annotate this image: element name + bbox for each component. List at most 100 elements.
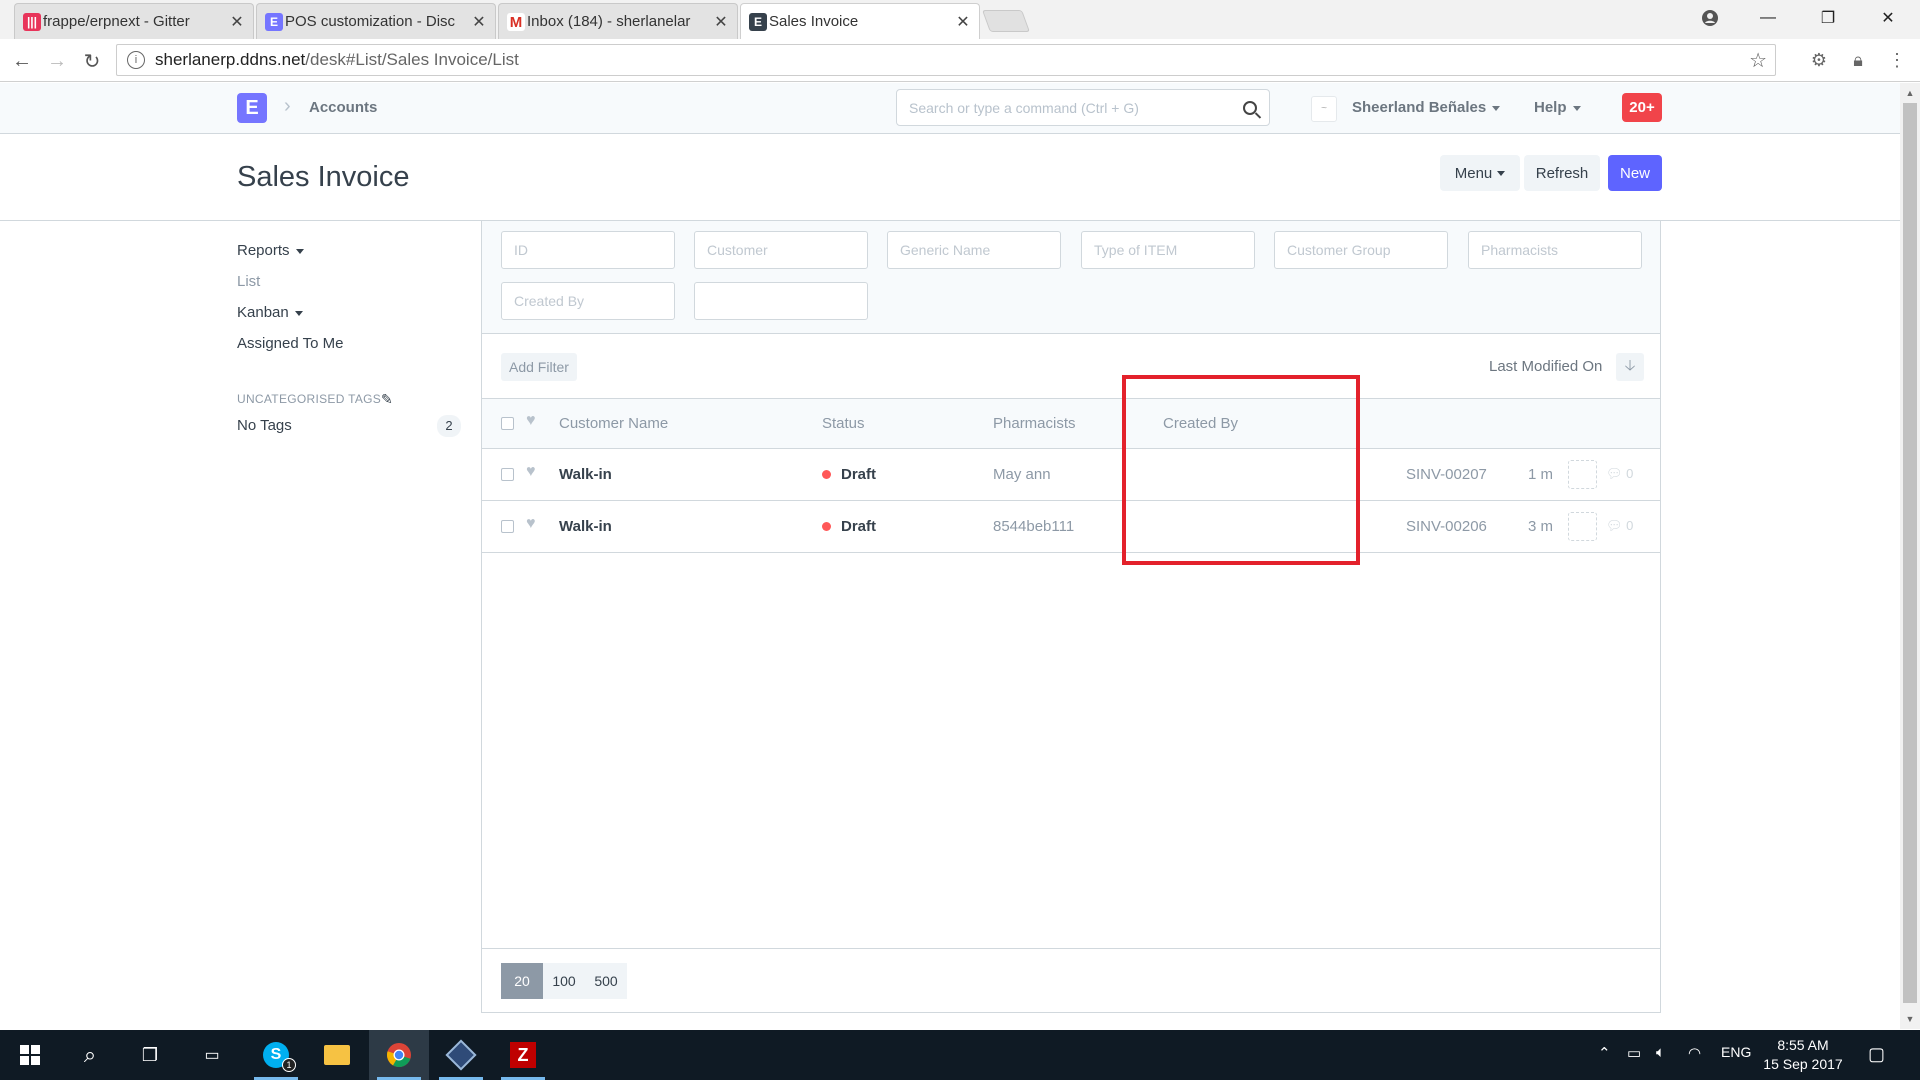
table-row[interactable]: ♥ Walk-in Draft May ann SINV-00207 1 m 💬… — [482, 449, 1660, 501]
sidebar-item-list[interactable]: List — [237, 273, 260, 290]
filter-customer-input[interactable] — [694, 231, 868, 269]
battery-icon[interactable]: ▭ — [1627, 1044, 1641, 1062]
column-header-customer-name: Customer Name — [559, 415, 669, 432]
filezilla-icon[interactable]: Z — [493, 1030, 553, 1080]
scroll-up-icon[interactable]: ▲ — [1900, 85, 1920, 101]
volume-icon[interactable]: 🔈︎ — [1656, 1044, 1665, 1061]
close-icon[interactable]: ✕ — [955, 12, 971, 32]
refresh-button[interactable]: Refresh — [1524, 155, 1600, 191]
sidebar-item-no-tags[interactable]: No Tags — [237, 417, 292, 434]
chrome-icon[interactable] — [369, 1030, 429, 1080]
window-close-icon[interactable]: ✕ — [1860, 0, 1916, 36]
avatar[interactable]: ~ — [1311, 96, 1337, 122]
browser-tab-gmail[interactable]: M Inbox (184) - sherlanelar ✕ — [498, 3, 738, 39]
info-icon[interactable]: i — [127, 51, 145, 69]
column-header-status: Status — [822, 415, 865, 432]
search-icon[interactable]: ⌕ — [60, 1030, 120, 1080]
notifications-badge[interactable]: 20+ — [1622, 93, 1662, 122]
list-frame: Add Filter Last Modified On 🡣 ♥ Customer… — [481, 221, 1661, 1013]
app-logo[interactable]: E — [237, 93, 267, 123]
action-center-icon[interactable]: ▢ — [1868, 1044, 1885, 1065]
wifi-icon[interactable]: ◠ — [1688, 1044, 1701, 1062]
user-menu[interactable]: Sheerland Beñales — [1352, 99, 1501, 116]
awesome-bar[interactable] — [896, 89, 1270, 126]
new-button[interactable]: New — [1608, 155, 1662, 191]
taskbar-clock[interactable]: 8:55 AM 15 Sep 2017 — [1758, 1036, 1848, 1074]
pharmacist-cell: 8544beb111 — [993, 518, 1075, 535]
add-filter-button[interactable]: Add Filter — [501, 353, 577, 381]
filter-extra-input[interactable] — [694, 282, 868, 320]
heart-icon[interactable]: ♥ — [526, 412, 536, 430]
reload-icon[interactable]: ↻ — [78, 47, 106, 75]
heart-icon[interactable]: ♥ — [526, 515, 536, 533]
profile-icon[interactable] — [1682, 0, 1738, 36]
close-icon[interactable]: ✕ — [713, 12, 729, 32]
filter-pharmacists-input[interactable] — [1468, 231, 1642, 269]
assign-avatar-placeholder[interactable] — [1568, 512, 1597, 541]
sidebar-item-assigned-to-me[interactable]: Assigned To Me — [237, 335, 343, 352]
filter-customer-group-input[interactable] — [1274, 231, 1448, 269]
extension-icon[interactable]: ⚙ — [1806, 47, 1832, 73]
minimize-icon[interactable]: — — [1740, 0, 1796, 36]
extension-lock-icon[interactable]: 🔒︎ — [1845, 47, 1871, 73]
filter-id-input[interactable] — [501, 231, 675, 269]
clock-date: 15 Sep 2017 — [1763, 1056, 1843, 1072]
caret-down-icon — [1572, 105, 1581, 111]
filter-type-of-item-input[interactable] — [1081, 231, 1255, 269]
address-bar[interactable]: i sherlanerp.ddns.net/desk#List/Sales In… — [116, 44, 1776, 76]
row-checkbox[interactable] — [501, 520, 514, 533]
skype-icon[interactable]: S 1 — [246, 1030, 306, 1080]
pencil-icon[interactable]: ✎ — [381, 391, 393, 408]
browser-menu-icon[interactable]: ⋮ — [1884, 47, 1910, 73]
page-size-100-button[interactable]: 100 — [543, 963, 585, 999]
breadcrumb-accounts[interactable]: Accounts — [309, 99, 377, 116]
new-tab-button[interactable] — [981, 10, 1031, 32]
filter-generic-name-input[interactable] — [887, 231, 1061, 269]
tag-count-badge: 2 — [437, 415, 461, 437]
terminal-icon[interactable]: ▭ — [182, 1030, 242, 1080]
table-row[interactable]: ♥ Walk-in Draft 8544beb111 SINV-00206 3 … — [482, 501, 1660, 553]
comment-count: 💬︎ 0 — [1606, 518, 1633, 534]
language-indicator[interactable]: ENG — [1721, 1044, 1751, 1060]
menu-button[interactable]: Menu — [1440, 155, 1520, 191]
close-icon[interactable]: ✕ — [229, 12, 245, 32]
row-checkbox[interactable] — [501, 468, 514, 481]
help-label: Help — [1534, 99, 1567, 116]
filter-created-by-input[interactable] — [501, 282, 675, 320]
customer-name-cell[interactable]: Walk-in — [559, 518, 612, 535]
task-view-icon[interactable]: ❐ — [120, 1030, 180, 1080]
comment-count-value: 0 — [1626, 518, 1634, 533]
vertical-scrollbar[interactable]: ▲ ▼ — [1900, 83, 1920, 1029]
restore-icon[interactable]: ❐ — [1800, 0, 1856, 36]
file-explorer-icon[interactable] — [307, 1030, 367, 1080]
chevron-up-icon[interactable]: ⌃ — [1598, 1044, 1611, 1062]
scroll-down-icon[interactable]: ▼ — [1900, 1011, 1920, 1027]
status-indicator: Draft — [822, 466, 876, 483]
browser-tab-pos-customization[interactable]: E POS customization - Disc ✕ — [256, 3, 496, 39]
status-label: Draft — [841, 518, 877, 535]
browser-tab-gitter[interactable]: ||| frappe/erpnext - Gitter ✕ — [14, 3, 254, 39]
comment-count-value: 0 — [1626, 466, 1634, 481]
sort-selector[interactable]: Last Modified On — [1489, 358, 1602, 375]
search-input[interactable] — [909, 99, 1243, 116]
scrollbar-thumb[interactable] — [1903, 103, 1917, 1003]
sort-order-button[interactable]: 🡣 — [1616, 353, 1644, 381]
help-menu[interactable]: Help — [1534, 99, 1581, 116]
heart-icon[interactable]: ♥ — [526, 463, 536, 481]
windows-start-icon[interactable] — [0, 1030, 60, 1080]
close-icon[interactable]: ✕ — [471, 12, 487, 32]
sidebar-item-kanban[interactable]: Kanban — [237, 304, 303, 321]
back-icon[interactable]: ← — [8, 47, 36, 75]
bookmark-star-icon[interactable]: ☆ — [1749, 48, 1767, 73]
page-size-500-button[interactable]: 500 — [585, 963, 627, 999]
customer-name-cell[interactable]: Walk-in — [559, 466, 612, 483]
assign-avatar-placeholder[interactable] — [1568, 460, 1597, 489]
browser-tab-sales-invoice[interactable]: E Sales Invoice ✕ — [740, 3, 980, 39]
search-icon[interactable] — [1243, 100, 1257, 115]
page-size-20-button[interactable]: 20 — [501, 963, 543, 999]
select-all-checkbox[interactable] — [501, 417, 514, 430]
forward-icon[interactable]: → — [43, 47, 71, 75]
virtualbox-icon[interactable] — [431, 1030, 491, 1080]
modified-time: 3 m — [1528, 518, 1554, 535]
sidebar-item-reports[interactable]: Reports — [237, 242, 304, 259]
